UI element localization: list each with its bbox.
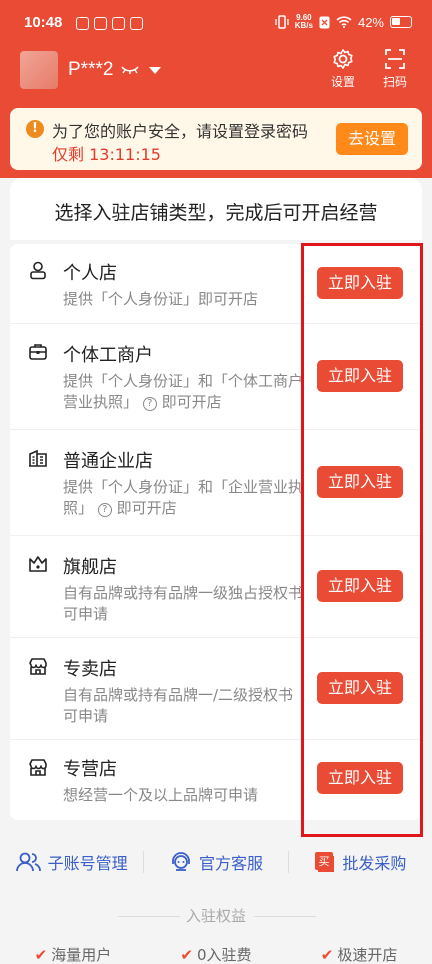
password-notice: ! 为了您的账户安全，请设置登录密码 仅剩 13:11:15 去设置	[10, 108, 422, 170]
users-icon	[15, 852, 41, 872]
store-desc: 提供「个人身份证」和「企业营业执照」 ? 即可开店	[63, 478, 304, 517]
divider-line	[254, 916, 316, 917]
network-speed: 9.60 KB/s	[294, 13, 313, 30]
notice-timer: 仅剩 13:11:15	[52, 145, 161, 164]
bottom-links: 子账号管理 官方客服 买 批发采购	[0, 842, 432, 882]
notification-icon	[94, 17, 107, 30]
check-icon: ✔	[320, 946, 334, 964]
eye-closed-icon[interactable]	[121, 65, 140, 75]
store-name: 个体工商户	[63, 345, 153, 366]
store-name: 个人店	[63, 263, 117, 284]
username: P***2	[68, 59, 114, 80]
account-switcher[interactable]: P***2	[20, 50, 162, 90]
store-desc: 提供「个人身份证」即可开店	[63, 290, 259, 308]
store-desc: 提供「个人身份证」和「个体工商户营业执照」 ? 即可开店	[63, 372, 304, 411]
notification-icon	[130, 17, 143, 30]
battery-percent: 42%	[357, 14, 384, 30]
store-name: 旗舰店	[63, 557, 117, 578]
warning-icon: !	[26, 120, 44, 138]
notification-icon	[76, 17, 89, 30]
set-password-button[interactable]: 去设置	[336, 123, 408, 155]
highlight-box	[301, 243, 423, 837]
crown-icon	[29, 556, 47, 572]
store-desc: 想经营一个及以上品牌可申请	[63, 786, 259, 804]
gear-icon	[333, 49, 353, 69]
battery-icon	[390, 16, 412, 28]
avatar[interactable]	[20, 51, 58, 89]
store-name: 普通企业店	[63, 451, 153, 472]
person-icon	[30, 261, 46, 280]
help-icon[interactable]: ?	[97, 503, 112, 517]
benefits-title: 入驻权益	[185, 907, 246, 925]
storefront-icon	[29, 759, 47, 776]
status-bar: 10:48 9.60 KB/s 42%	[0, 0, 432, 50]
store-name: 专营店	[63, 759, 117, 780]
scan-icon	[385, 49, 405, 69]
scan-label: 扫码	[382, 75, 407, 89]
benefit-item: ✔ 海量用户	[34, 946, 112, 964]
status-time: 10:48	[24, 14, 63, 31]
chevron-down-icon[interactable]	[149, 66, 162, 74]
wholesale-icon: 买	[315, 852, 335, 872]
customer-service-icon	[172, 852, 190, 871]
store-desc: 自有品牌或持有品牌一/二级授权书可申请	[63, 686, 294, 725]
vibrate-icon	[275, 15, 289, 29]
sim-icon	[319, 16, 330, 28]
settings-label: 设置	[330, 75, 355, 89]
notification-icon	[112, 17, 125, 30]
wifi-icon	[336, 16, 352, 28]
benefit-item: ✔ 0入驻费	[180, 946, 252, 964]
svg-text:买: 买	[319, 855, 330, 868]
scan-button[interactable]: 扫码	[375, 48, 415, 90]
header-bar: 10:48 9.60 KB/s 42% P***2 设置 扫码 ! 为了您的账户…	[0, 0, 432, 178]
status-indicators: 9.60 KB/s 42%	[275, 14, 412, 30]
briefcase-icon	[29, 344, 47, 360]
benefit-item: ✔ 极速开店	[320, 946, 398, 964]
shop-icon	[29, 658, 47, 675]
building-icon	[29, 449, 47, 467]
store-desc: 自有品牌或持有品牌一级独占授权书可申请	[63, 584, 304, 623]
check-icon: ✔	[34, 946, 48, 964]
sub-account-link[interactable]: 子账号管理	[0, 850, 143, 874]
customer-service-link[interactable]: 官方客服	[144, 850, 287, 874]
notice-text: 为了您的账户安全，请设置登录密码	[52, 122, 309, 141]
card-title: 选择入驻店铺类型，完成后可开启经营	[54, 202, 378, 224]
check-icon: ✔	[180, 946, 193, 964]
store-name: 专卖店	[63, 659, 117, 680]
settings-button[interactable]: 设置	[323, 48, 363, 90]
help-icon[interactable]: ?	[142, 397, 157, 411]
notification-icons	[76, 17, 143, 30]
wholesale-link[interactable]: 买 批发采购	[289, 850, 432, 874]
benefits-list: ✔ 海量用户 ✔ 0入驻费 ✔ 极速开店	[0, 944, 432, 964]
